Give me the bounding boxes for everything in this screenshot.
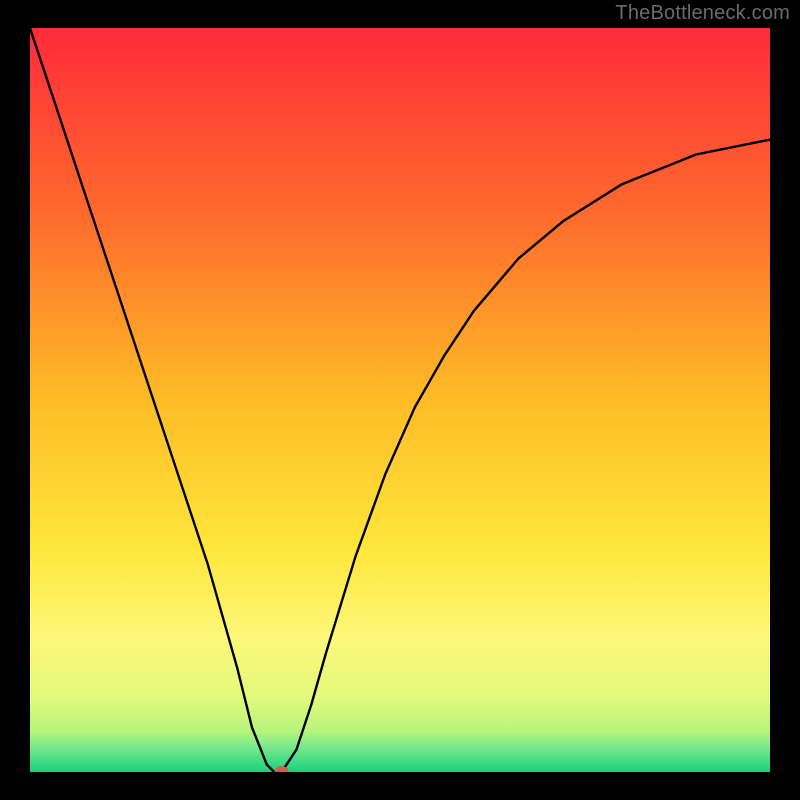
optimal-point-marker <box>275 766 289 778</box>
plot-background <box>30 28 770 772</box>
attribution-text: TheBottleneck.com <box>615 2 790 25</box>
chart-frame: TheBottleneck.com <box>0 0 800 800</box>
bottleneck-chart <box>0 0 800 800</box>
